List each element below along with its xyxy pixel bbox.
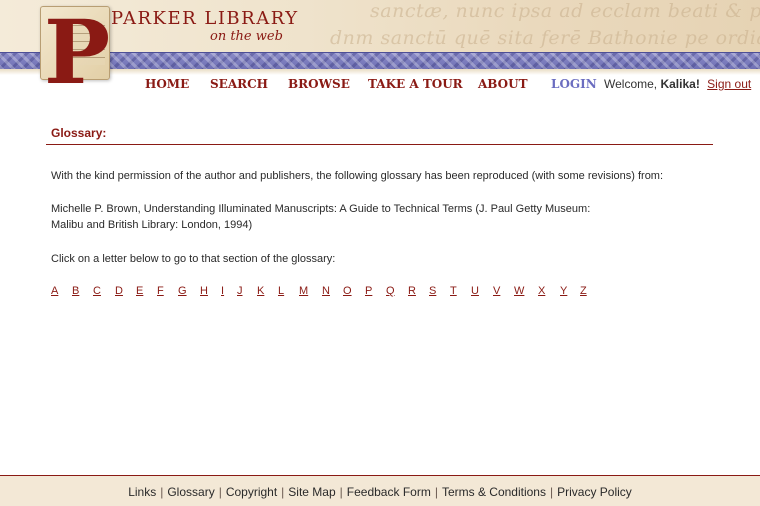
letter-link-d[interactable]: D bbox=[115, 285, 123, 297]
letter-link-q[interactable]: Q bbox=[386, 285, 395, 297]
welcome-prefix: Welcome, bbox=[604, 77, 661, 91]
footer-separator: | bbox=[339, 485, 343, 499]
footer-link-glossary[interactable]: Glossary bbox=[167, 485, 214, 499]
nav-home[interactable]: HOME bbox=[145, 77, 189, 91]
footer-separator: | bbox=[160, 485, 164, 499]
letter-link-m[interactable]: M bbox=[299, 285, 308, 297]
letter-link-i[interactable]: I bbox=[221, 285, 224, 297]
citation-line-1: Michelle P. Brown, Understanding Illumin… bbox=[51, 203, 591, 215]
site-subtitle: on the web bbox=[210, 29, 283, 44]
band-shadow bbox=[0, 69, 760, 75]
user-name: Kalika! bbox=[660, 77, 700, 91]
footer-link-feedback-form[interactable]: Feedback Form bbox=[347, 485, 431, 499]
decorative-band bbox=[0, 52, 760, 70]
footer-links: Links | Glossary | Copyright | Site Map | Feedba… bbox=[0, 485, 760, 499]
site-footer: Links | Glossary | Copyright | Site Map | Feedba… bbox=[0, 475, 760, 506]
instruction-text: Click on a letter below to go to that se… bbox=[51, 253, 336, 265]
letter-link-u[interactable]: U bbox=[471, 285, 479, 297]
letter-link-r[interactable]: R bbox=[408, 285, 416, 297]
letter-link-g[interactable]: G bbox=[178, 285, 187, 297]
letter-link-e[interactable]: E bbox=[136, 285, 143, 297]
footer-link-terms-conditions[interactable]: Terms & Conditions bbox=[442, 485, 546, 499]
letter-link-h[interactable]: H bbox=[200, 285, 208, 297]
welcome-message: Welcome, Kalika! Sign out bbox=[604, 77, 751, 91]
letter-link-f[interactable]: F bbox=[157, 285, 164, 297]
letter-link-l[interactable]: L bbox=[278, 285, 284, 297]
signout-link[interactable]: Sign out bbox=[707, 77, 751, 91]
site-header: sanctæ, nunc ipsa ad ecclam beati & phar… bbox=[0, 0, 760, 105]
background-script-line-2: dnm sanctū quē sita ferē Bathonie pe ord… bbox=[330, 27, 760, 49]
letter-link-b[interactable]: B bbox=[72, 285, 79, 297]
letter-link-c[interactable]: C bbox=[93, 285, 101, 297]
nav-search[interactable]: SEARCH bbox=[210, 77, 268, 91]
site-title[interactable]: PARKER LIBRARY bbox=[111, 8, 299, 29]
nav-about[interactable]: ABOUT bbox=[478, 77, 528, 91]
letter-link-n[interactable]: N bbox=[322, 285, 330, 297]
footer-separator: | bbox=[218, 485, 222, 499]
letter-link-k[interactable]: K bbox=[257, 285, 264, 297]
footer-separator: | bbox=[549, 485, 554, 499]
intro-text: With the kind permission of the author a… bbox=[51, 170, 664, 182]
letter-link-o[interactable]: O bbox=[343, 285, 352, 297]
letter-link-y[interactable]: Y bbox=[560, 285, 567, 297]
letter-link-v[interactable]: V bbox=[493, 285, 500, 297]
title-divider bbox=[46, 144, 713, 145]
letter-link-j[interactable]: J bbox=[237, 285, 243, 297]
background-script-line-1: sanctæ, nunc ipsa ad ecclam beati & phar… bbox=[370, 0, 760, 22]
nav-login[interactable]: LOGIN bbox=[551, 77, 597, 91]
page-title: Glossary: bbox=[51, 126, 107, 140]
letter-link-s[interactable]: S bbox=[429, 285, 436, 297]
footer-link-site-map[interactable]: Site Map bbox=[288, 485, 335, 499]
letter-link-t[interactable]: T bbox=[450, 285, 457, 297]
footer-separator: | bbox=[434, 485, 438, 499]
letter-link-a[interactable]: A bbox=[51, 285, 58, 297]
citation-line-2: Malibu and British Library: London, 1994… bbox=[51, 219, 253, 231]
letter-link-p[interactable]: P bbox=[365, 285, 372, 297]
logo-letter[interactable]: P bbox=[44, 0, 110, 104]
nav-take-a-tour[interactable]: TAKE A TOUR bbox=[368, 77, 463, 91]
footer-separator: | bbox=[281, 485, 285, 499]
nav-browse[interactable]: BROWSE bbox=[288, 77, 350, 91]
letter-link-z[interactable]: Z bbox=[580, 285, 587, 297]
footer-link-links[interactable]: Links bbox=[128, 485, 156, 499]
footer-link-copyright[interactable]: Copyright bbox=[226, 485, 277, 499]
letter-link-x[interactable]: X bbox=[538, 285, 545, 297]
letter-link-w[interactable]: W bbox=[514, 285, 524, 297]
footer-link-privacy-policy[interactable]: Privacy Policy bbox=[557, 485, 632, 499]
